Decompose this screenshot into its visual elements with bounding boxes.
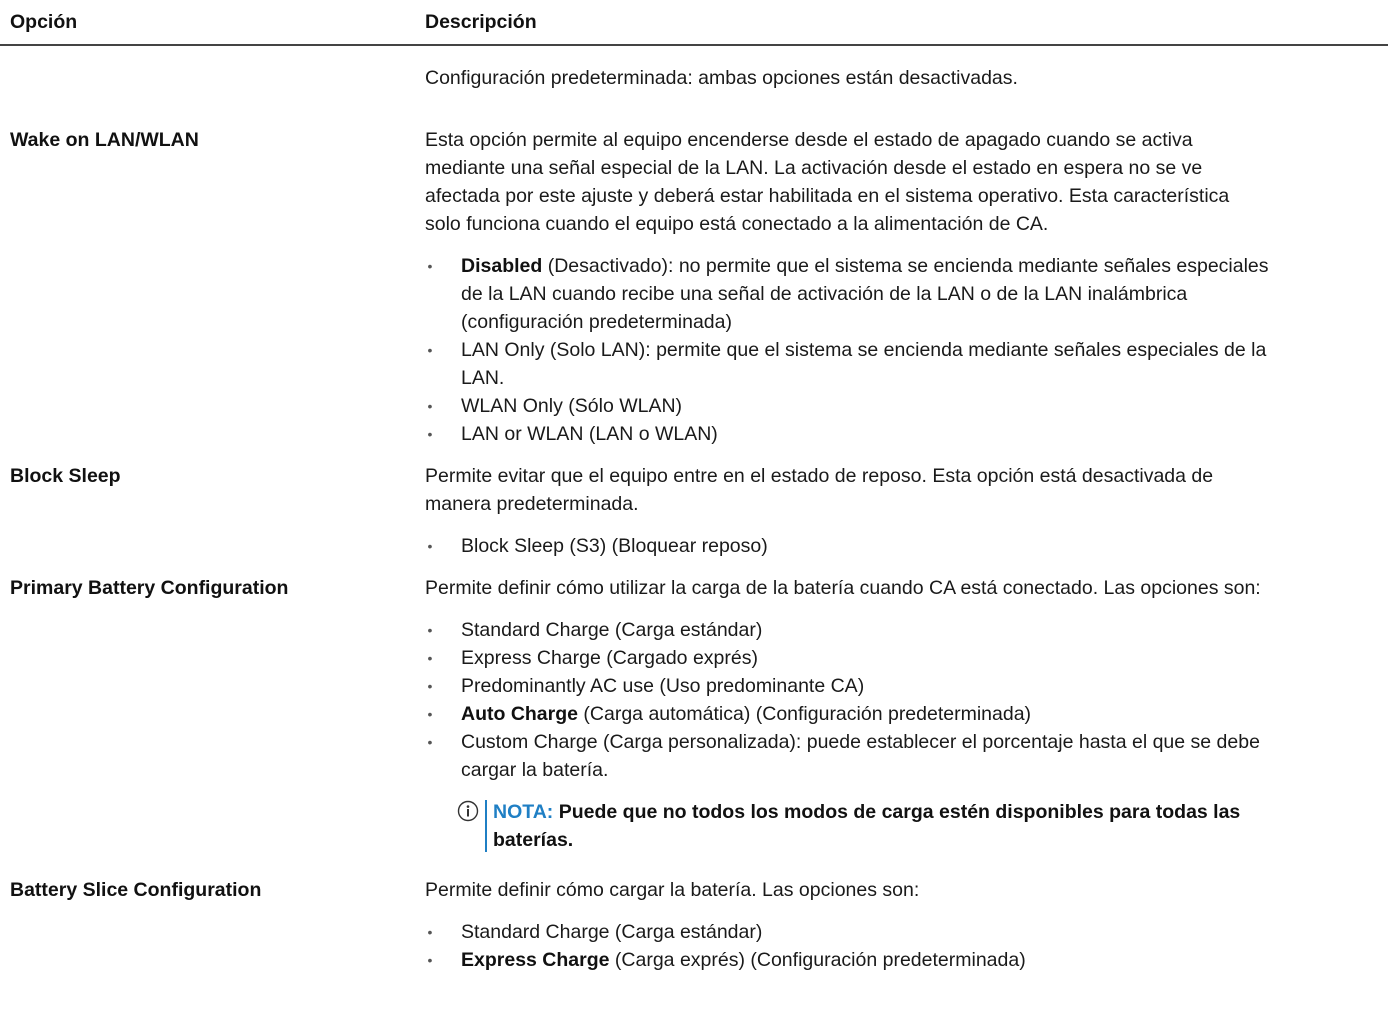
list-item: • LAN Only (Solo LAN): permite que el si… xyxy=(425,336,1386,392)
bullet-icon: • xyxy=(427,258,433,274)
table-row: Battery Slice Configuration Permite defi… xyxy=(0,876,1388,974)
option-list: • Block Sleep (S3) (Bloquear reposo) xyxy=(425,532,1386,560)
list-item-text: cargar la batería. xyxy=(461,759,609,781)
list-item-text: Standard Charge (Carga estándar) xyxy=(461,921,763,943)
list-item-text: Standard Charge (Carga estándar) xyxy=(461,619,763,641)
list-item-text: LAN or WLAN (LAN o WLAN) xyxy=(461,423,718,445)
list-item-bold: Auto Charge xyxy=(461,703,578,725)
list-item-text: Block Sleep (S3) (Bloquear reposo) xyxy=(461,535,768,557)
table-row: Primary Battery Configuration Permite de… xyxy=(0,574,1388,854)
bios-options-table: Opción Descripción Configuración predete… xyxy=(0,0,1388,974)
option-name: Battery Slice Configuration xyxy=(10,879,262,901)
option-description: Esta opción permite al equipo encenderse… xyxy=(425,126,1388,448)
description-line: solo funciona cuando el equipo está cone… xyxy=(425,213,1049,235)
list-item: • Standard Charge (Carga estándar) xyxy=(425,616,1386,644)
list-item: • Disabled (Desactivado): no permite que… xyxy=(425,252,1386,336)
note-line: baterías. xyxy=(493,829,574,851)
list-item: • Standard Charge (Carga estándar) xyxy=(425,918,1386,946)
note-text: NOTA: Puede que no todos los modos de ca… xyxy=(493,798,1240,854)
table-row: Block Sleep Permite evitar que el equipo… xyxy=(0,462,1388,560)
list-item-bold: Disabled xyxy=(461,255,543,277)
bullet-icon: • xyxy=(427,952,433,968)
note-accent-bar xyxy=(485,800,487,852)
table-row: Configuración predeterminada: ambas opci… xyxy=(0,64,1388,92)
option-description: Permite evitar que el equipo entre en el… xyxy=(425,462,1388,560)
option-list: • Standard Charge (Carga estándar) • Exp… xyxy=(425,616,1386,784)
list-item-text: (Carga exprés) (Configuración predetermi… xyxy=(609,949,1026,971)
option-name: Primary Battery Configuration xyxy=(10,577,289,599)
description-line: Permite evitar que el equipo entre en el… xyxy=(425,465,1214,487)
bullet-icon: • xyxy=(427,650,433,666)
list-item-text: Express Charge (Cargado exprés) xyxy=(461,647,758,669)
description-text: Configuración predeterminada: ambas opci… xyxy=(425,67,1018,89)
bullet-icon: • xyxy=(427,734,433,750)
option-name: Wake on LAN/WLAN xyxy=(10,129,199,151)
note-box: NOTA: Puede que no todos los modos de ca… xyxy=(457,798,1386,854)
bullet-icon: • xyxy=(427,678,433,694)
option-description: Permite definir cómo cargar la batería. … xyxy=(425,876,1388,974)
option-description: Permite definir cómo utilizar la carga d… xyxy=(425,574,1388,854)
list-item-text: (configuración predeterminada) xyxy=(461,311,732,333)
description-line: Esta opción permite al equipo encenderse… xyxy=(425,129,1193,151)
option-description: Configuración predeterminada: ambas opci… xyxy=(425,64,1388,92)
list-item-text: LAN Only (Solo LAN): permite que el sist… xyxy=(461,339,1267,361)
list-item-text: WLAN Only (Sólo WLAN) xyxy=(461,395,683,417)
list-item-text: de la LAN cuando recibe una señal de act… xyxy=(461,283,1188,305)
table-row: Wake on LAN/WLAN Esta opción permite al … xyxy=(0,126,1388,448)
note-label: NOTA: xyxy=(493,801,554,823)
list-item-text: LAN. xyxy=(461,367,505,389)
list-item-text: (Desactivado): no permite que el sistema… xyxy=(542,255,1269,277)
table-header: Opción Descripción xyxy=(0,0,1388,46)
list-item-text: Predominantly AC use (Uso predominante C… xyxy=(461,675,865,697)
list-item: • WLAN Only (Sólo WLAN) xyxy=(425,392,1386,420)
list-item: • Predominantly AC use (Uso predominante… xyxy=(425,672,1386,700)
option-name: Block Sleep xyxy=(10,465,121,487)
option-list: • Standard Charge (Carga estándar) • Exp… xyxy=(425,918,1386,974)
header-option: Opción xyxy=(10,11,78,33)
note-line: Puede que no todos los modos de carga es… xyxy=(553,801,1241,823)
bullet-icon: • xyxy=(427,342,433,358)
list-item: • Express Charge (Carga exprés) (Configu… xyxy=(425,946,1386,974)
list-item-text: (Carga automática) (Configuración predet… xyxy=(578,703,1032,725)
bullet-icon: • xyxy=(427,706,433,722)
info-icon xyxy=(457,800,479,822)
list-item: • Express Charge (Cargado exprés) xyxy=(425,644,1386,672)
list-item-bold: Express Charge xyxy=(461,949,610,971)
list-item: • Block Sleep (S3) (Bloquear reposo) xyxy=(425,532,1386,560)
option-list: • Disabled (Desactivado): no permite que… xyxy=(425,252,1386,448)
header-description: Descripción xyxy=(425,11,537,33)
list-item: • LAN or WLAN (LAN o WLAN) xyxy=(425,420,1386,448)
bullet-icon: • xyxy=(427,426,433,442)
bullet-icon: • xyxy=(427,538,433,554)
description-line: Permite definir cómo cargar la batería. … xyxy=(425,879,920,901)
bullet-icon: • xyxy=(427,924,433,940)
list-item: • Auto Charge (Carga automática) (Config… xyxy=(425,700,1386,728)
description-line: Permite definir cómo utilizar la carga d… xyxy=(425,577,1261,599)
option-name xyxy=(0,64,425,92)
bullet-icon: • xyxy=(427,622,433,638)
description-line: afectada por este ajuste y deberá estar … xyxy=(425,185,1230,207)
bullet-icon: • xyxy=(427,398,433,414)
list-item-text: Custom Charge (Carga personalizada): pue… xyxy=(461,731,1260,753)
description-line: mediante una señal especial de la LAN. L… xyxy=(425,157,1203,179)
list-item: • Custom Charge (Carga personalizada): p… xyxy=(425,728,1386,784)
description-line: manera predeterminada. xyxy=(425,493,639,515)
